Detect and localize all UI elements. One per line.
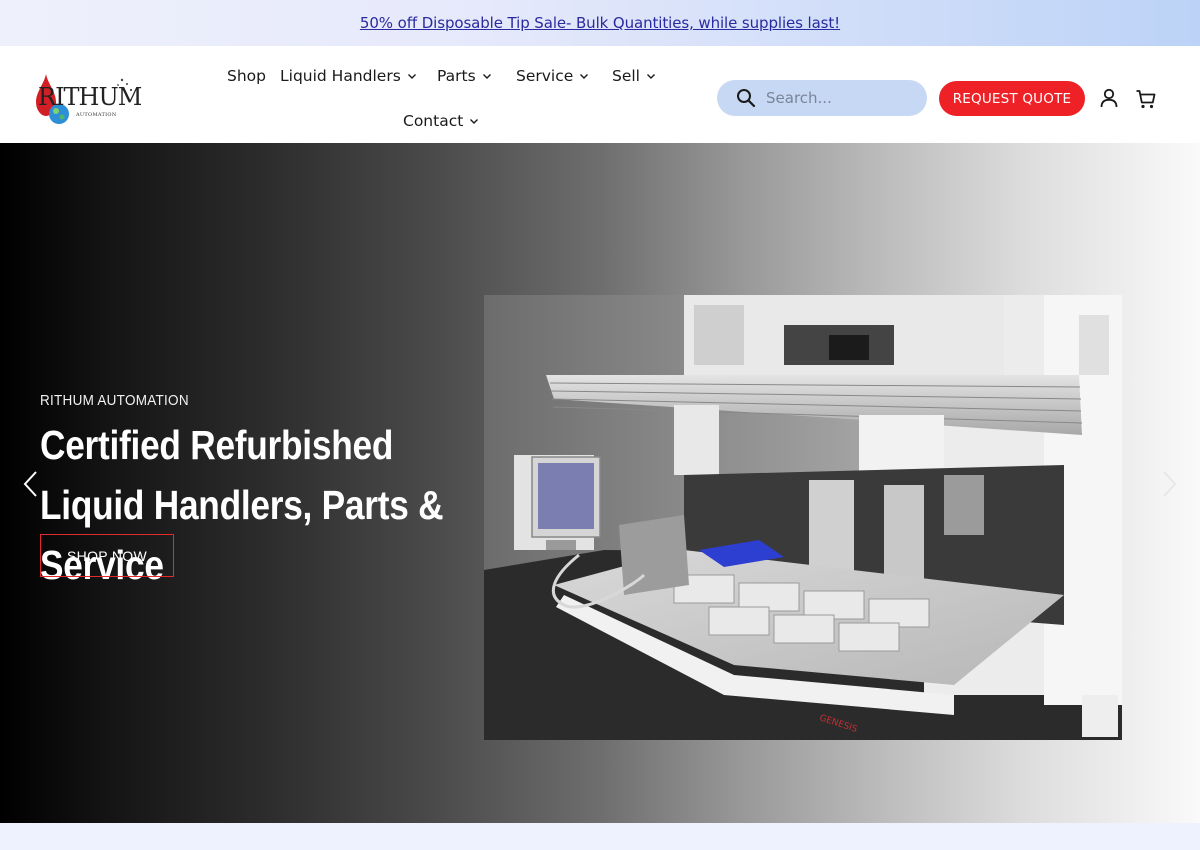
chevron-down-icon <box>482 74 491 79</box>
hero-slideshow: GENESIS RITHUM AUTOMATION Certified Refu… <box>0 143 1200 823</box>
nav-item-label: Contact <box>403 112 464 130</box>
request-quote-button[interactable]: REQUEST QUOTE <box>939 81 1085 116</box>
shop-now-button[interactable]: SHOP NOW <box>40 534 174 577</box>
chevron-down-icon <box>470 119 479 124</box>
nav-item-label: Shop <box>227 67 266 85</box>
nav-item-label: Sell <box>612 67 640 85</box>
nav-item-label: Parts <box>437 67 476 85</box>
nav-item-parts[interactable]: Parts <box>437 67 492 85</box>
logo-subtitle: AUTOMATION <box>76 112 117 118</box>
site-header: RITHUM AUTOMATION Shop Liquid Handlers P… <box>0 46 1200 143</box>
search-bar[interactable] <box>717 80 927 116</box>
chevron-right-icon[interactable] <box>1158 468 1180 500</box>
search-icon[interactable] <box>736 88 756 108</box>
announcement-bar: 50% off Disposable Tip Sale- Bulk Quanti… <box>0 0 1200 46</box>
announcement-link[interactable]: 50% off Disposable Tip Sale- Bulk Quanti… <box>360 14 840 32</box>
chevron-left-icon[interactable] <box>20 468 42 500</box>
cart-icon[interactable] <box>1135 88 1157 110</box>
nav-item-service[interactable]: Service <box>516 67 589 85</box>
hero-eyebrow: RITHUM AUTOMATION <box>40 392 189 409</box>
logo-wordmark: RITHUM <box>38 83 142 111</box>
chevron-down-icon <box>407 74 416 79</box>
nav-item-label: Service <box>516 67 574 85</box>
nav-item-liquid-handlers[interactable]: Liquid Handlers <box>280 67 417 85</box>
search-input[interactable] <box>766 86 916 110</box>
nav-item-shop[interactable]: Shop <box>227 67 266 85</box>
nav-item-sell[interactable]: Sell <box>612 67 656 85</box>
site-logo[interactable]: RITHUM AUTOMATION <box>34 70 142 128</box>
nav-item-label: Liquid Handlers <box>280 67 401 85</box>
nav-item-contact[interactable]: Contact <box>403 112 479 130</box>
chevron-down-icon <box>580 74 589 79</box>
next-section-strip <box>0 823 1200 850</box>
user-icon[interactable] <box>1098 87 1120 109</box>
chevron-down-icon <box>647 74 655 79</box>
hero-product-image: GENESIS <box>484 295 1122 740</box>
